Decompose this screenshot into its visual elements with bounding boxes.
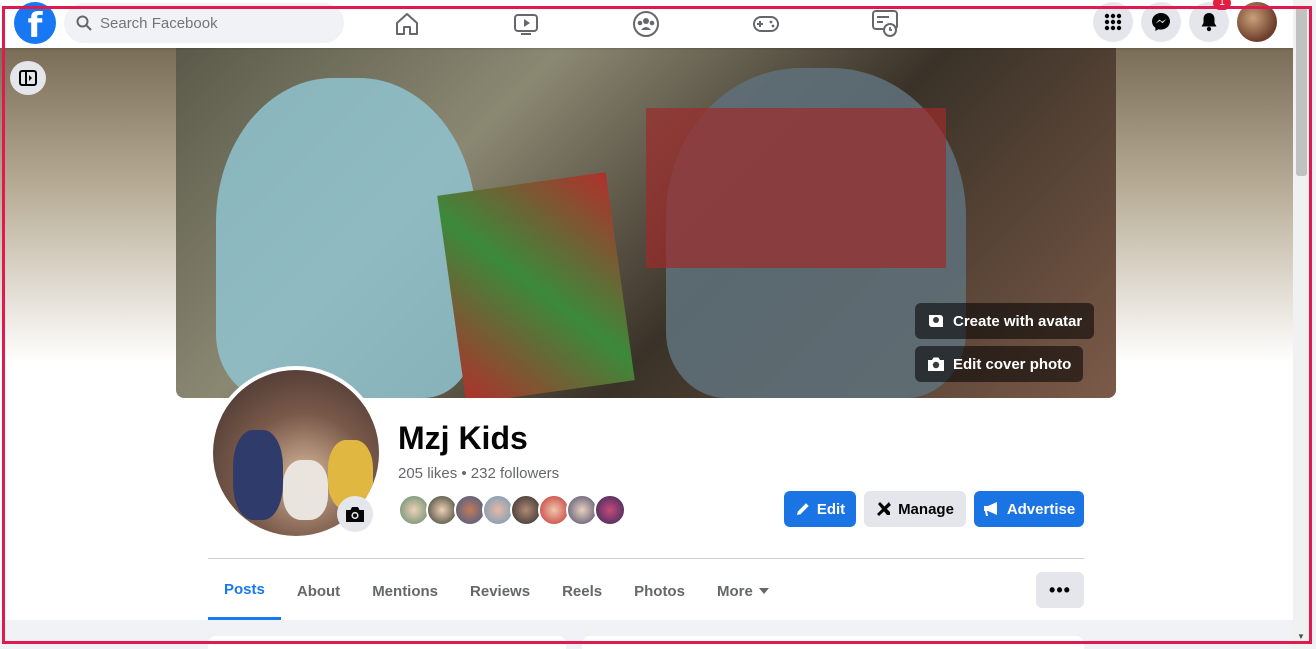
tab-posts[interactable]: Posts: [208, 562, 281, 620]
search-input[interactable]: [100, 14, 320, 32]
likes-followers-count[interactable]: 205 likes • 232 followers: [398, 465, 559, 482]
page-title: Mzj Kids: [398, 420, 528, 456]
follower-avatar[interactable]: [594, 494, 626, 526]
cover-photo-gift: [437, 172, 635, 398]
cover-photo-background: [646, 108, 946, 268]
megaphone-icon: [983, 502, 997, 516]
top-navbar: f 1: [0, 0, 1293, 48]
manage-button[interactable]: Manage: [864, 491, 966, 527]
profile-picture-subject: [233, 430, 283, 520]
groups-icon: [633, 11, 659, 37]
notification-badge: 1: [1213, 0, 1231, 10]
camera-icon: [928, 357, 944, 371]
cover-photo[interactable]: Create with avatar Edit cover photo: [176, 48, 1116, 398]
page-scrollbar[interactable]: ▼: [1293, 0, 1310, 649]
facebook-logo[interactable]: f: [14, 2, 56, 44]
advertise-label: Advertise: [1006, 500, 1076, 518]
sidebar-toggle-button[interactable]: [10, 61, 46, 95]
nav-feeds[interactable]: [830, 0, 940, 48]
tabs-divider: [208, 558, 1084, 559]
messenger-icon: [1152, 13, 1170, 31]
tab-label: More: [716, 582, 753, 600]
edit-cover-photo-button[interactable]: Edit cover photo: [915, 346, 1084, 382]
feeds-icon: [872, 10, 898, 37]
notifications-button[interactable]: 1: [1189, 0, 1231, 42]
tab-mentions[interactable]: Mentions: [356, 562, 454, 620]
tools-icon: [877, 502, 892, 516]
more-options-button[interactable]: •••: [1036, 572, 1084, 608]
search-icon: [76, 15, 92, 31]
tab-reels[interactable]: Reels: [546, 562, 618, 620]
account-avatar[interactable]: [1237, 2, 1277, 42]
tab-photos[interactable]: Photos: [618, 562, 701, 620]
tab-label: Posts: [224, 581, 265, 598]
tab-more[interactable]: More: [701, 562, 785, 620]
tab-about[interactable]: About: [281, 562, 356, 620]
follower-avatars: [398, 494, 626, 526]
tab-label: Reels: [562, 582, 603, 600]
pencil-icon: [796, 503, 809, 515]
create-with-avatar-button[interactable]: Create with avatar: [915, 303, 1095, 339]
tab-label: Reviews: [470, 582, 531, 600]
gaming-icon: [753, 16, 779, 32]
edit-cover-photo-label: Edit cover photo: [953, 355, 1072, 373]
camera-icon: [346, 507, 364, 522]
intro-card: [208, 636, 566, 649]
search-box[interactable]: [64, 3, 344, 43]
panel-toggle-icon: [19, 70, 37, 86]
scroll-down-arrow[interactable]: ▼: [1297, 632, 1305, 641]
home-icon: [396, 13, 418, 35]
menu-button[interactable]: [1093, 2, 1133, 42]
nav-gaming[interactable]: [711, 0, 821, 48]
edit-label: Edit: [816, 500, 846, 518]
nav-home[interactable]: [352, 0, 462, 48]
profile-picture-subject: [283, 460, 328, 520]
update-profile-picture-button[interactable]: [337, 496, 373, 532]
advertise-button[interactable]: Advertise: [974, 491, 1084, 527]
tab-label: About: [296, 582, 341, 600]
edit-page-button[interactable]: Edit: [784, 491, 856, 527]
scrollbar-thumb[interactable]: [1296, 6, 1307, 176]
tab-label: Photos: [634, 582, 685, 600]
messenger-button[interactable]: [1141, 2, 1181, 42]
manage-label: Manage: [898, 500, 954, 518]
caret-down-icon: [758, 588, 769, 594]
composer-card: [582, 636, 1084, 649]
tab-reviews[interactable]: Reviews: [454, 562, 546, 620]
nav-groups[interactable]: [591, 0, 701, 48]
avatar-icon: [929, 315, 943, 327]
cover-photo-subject: [216, 78, 476, 398]
profile-tabs: Posts About Mentions Reviews Reels Photo…: [208, 562, 785, 620]
tab-label: Mentions: [372, 582, 439, 600]
create-with-avatar-label: Create with avatar: [953, 312, 1083, 330]
grid-menu-icon: [1104, 13, 1122, 31]
bell-icon: [1201, 13, 1217, 32]
nav-watch[interactable]: [471, 0, 581, 48]
watch-icon: [514, 14, 538, 35]
